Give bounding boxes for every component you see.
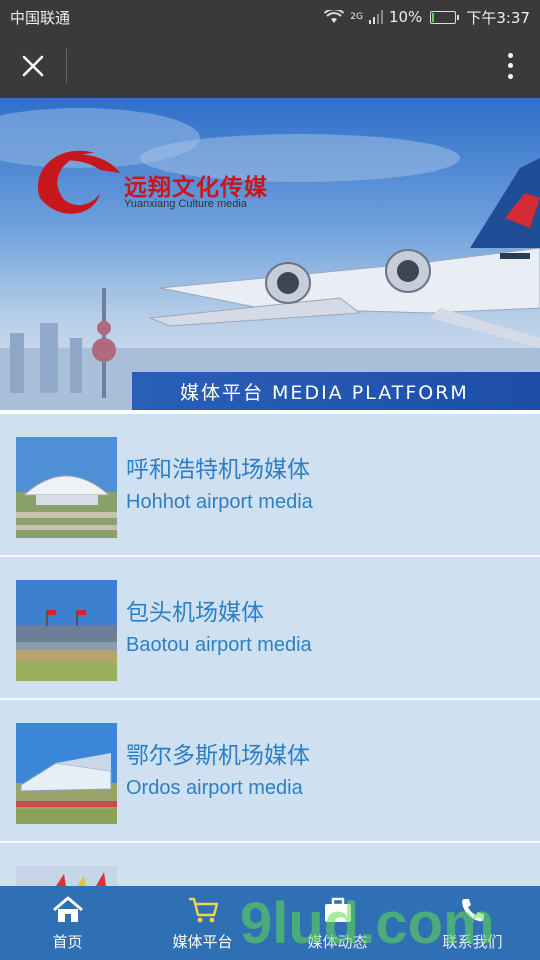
item-title-cn: 呼和浩特机场媒体 (126, 457, 310, 483)
tab-media-news[interactable]: 媒体动态 (270, 886, 405, 960)
brand-name: 远翔文化传媒 (124, 175, 268, 201)
status-bar: 中国联通 2G 10% 下午3:37 (0, 0, 540, 34)
signal-icon (368, 10, 383, 24)
cart-icon (186, 895, 220, 925)
baotou-thumbnail (16, 580, 117, 681)
ordos-thumbnail (16, 723, 117, 824)
platform-label: 媒体平台 MEDIA PLATFORM (132, 372, 540, 410)
brand-name-en: Yuanxiang Culture media (124, 198, 247, 210)
more-menu-button[interactable] (498, 50, 522, 82)
battery-icon (430, 10, 460, 24)
close-icon (22, 55, 44, 77)
item-title-cn: 包头机场媒体 (126, 600, 264, 626)
title-divider (66, 49, 67, 83)
item-title-en: Ordos airport media (126, 777, 303, 799)
tab-media-platform[interactable]: 媒体平台 (135, 886, 270, 960)
item-title-en: Baotou airport media (126, 634, 312, 656)
network-type: 2G (350, 12, 363, 22)
wifi-icon (324, 10, 345, 23)
status-indicators: 2G 10% 下午3:37 (324, 7, 530, 28)
item-title-cn: 鄂尔多斯机场媒体 (126, 743, 310, 769)
tab-label: 首页 (52, 932, 83, 951)
list-item-hohhot[interactable]: 呼和浩特机场媒体 Hohhot airport media (0, 416, 540, 557)
more-dot-icon (507, 52, 513, 58)
more-dot-icon (507, 63, 513, 69)
tab-label: 联系我们 (442, 932, 503, 951)
home-icon (51, 895, 85, 925)
hohhot-thumbnail (16, 437, 117, 538)
clock: 下午3:37 (466, 8, 530, 27)
tab-contact-us[interactable]: 联系我们 (405, 886, 540, 960)
battery-fill (432, 12, 435, 22)
item-title-en: Hohhot airport media (126, 491, 313, 513)
tab-home[interactable]: 首页 (0, 886, 135, 960)
tab-label: 媒体平台 (172, 932, 233, 951)
banner-scene (0, 108, 540, 414)
phone-icon (456, 895, 490, 925)
close-button[interactable] (0, 34, 66, 98)
hero-banner[interactable]: 远翔文化传媒 Yuanxiang Culture media 媒体平台 MEDI… (0, 98, 540, 414)
carrier-label: 中国联通 (10, 8, 71, 27)
list-item-baotou[interactable]: 包头机场媒体 Baotou airport media (0, 559, 540, 700)
more-dot-icon (507, 74, 513, 80)
briefcase-icon (321, 895, 355, 925)
bottom-tabbar: 首页 媒体平台 媒体动态 联系我们 (0, 886, 540, 960)
title-bar (0, 34, 540, 98)
tab-label: 媒体动态 (307, 932, 368, 951)
list-item-ordos[interactable]: 鄂尔多斯机场媒体 Ordos airport media (0, 702, 540, 843)
battery-percent: 10% (388, 8, 423, 26)
